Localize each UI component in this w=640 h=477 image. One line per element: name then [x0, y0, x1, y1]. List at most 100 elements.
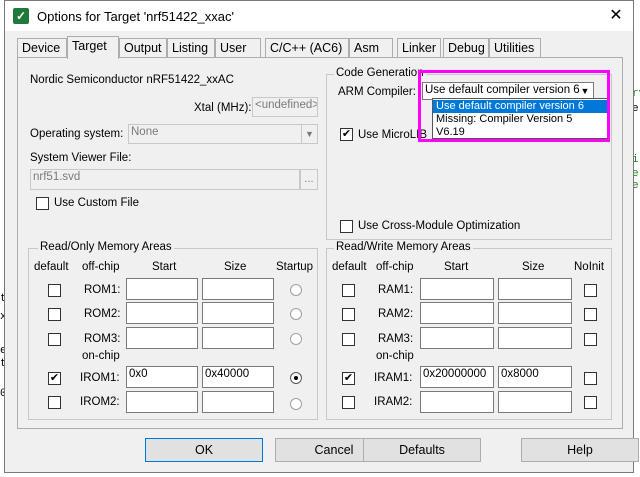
ram-header-offchip: off-chip	[376, 261, 414, 273]
codegen-title: Code Generation	[334, 67, 426, 79]
browse-svd-button[interactable]: ...	[300, 169, 318, 190]
irom2-start-input[interactable]	[126, 391, 198, 413]
rom2-start-input[interactable]	[126, 302, 198, 324]
ram1-label: RAM1:	[378, 284, 414, 296]
iram1-start-input[interactable]: 0x20000000	[420, 366, 494, 388]
tab-target[interactable]: Target	[67, 36, 119, 59]
ram3-default-checkbox[interactable]	[342, 333, 355, 346]
rom3-start-input[interactable]	[126, 327, 198, 349]
rom1-label: ROM1:	[84, 284, 121, 296]
defaults-button[interactable]: Defaults	[363, 438, 481, 462]
rom3-label: ROM3:	[84, 333, 121, 345]
irom2-default-checkbox[interactable]	[48, 396, 61, 409]
ram3-noinit-checkbox[interactable]	[584, 333, 597, 346]
microlib-label: Use MicroLIB	[358, 129, 428, 141]
ram-onchip-label: on-chip	[376, 350, 414, 362]
tab-utilities[interactable]: Utilities	[489, 38, 541, 58]
cross-module-checkbox[interactable]	[340, 220, 353, 233]
rom1-size-input[interactable]	[202, 278, 274, 300]
ram-header-noinit: NoInit	[574, 261, 605, 273]
irom1-size-input[interactable]: 0x40000	[202, 366, 274, 388]
ram1-noinit-checkbox[interactable]	[584, 284, 597, 297]
device-name: Nordic Semiconductor nRF51422_xxAC	[30, 74, 234, 86]
xtal-input[interactable]: <undefined>	[252, 97, 318, 117]
tab-listing[interactable]: Listing	[167, 38, 215, 58]
irom2-size-input[interactable]	[202, 391, 274, 413]
rom2-label: ROM2:	[84, 308, 121, 320]
ram3-start-input[interactable]	[420, 327, 494, 349]
rom3-default-checkbox[interactable]	[48, 333, 61, 346]
tab-debug[interactable]: Debug	[443, 38, 489, 58]
rom2-startup-radio[interactable]	[290, 308, 302, 320]
rom-header-default: default	[34, 261, 69, 273]
close-icon[interactable]: ✕	[605, 5, 627, 27]
rom-header-start: Start	[152, 261, 177, 273]
custom-file-checkbox[interactable]	[36, 197, 49, 210]
ok-button[interactable]: OK	[145, 438, 263, 462]
iram1-label: IRAM1:	[374, 372, 413, 384]
help-button[interactable]: Help	[521, 438, 639, 462]
iram1-size-input[interactable]: 0x8000	[498, 366, 572, 388]
rom-onchip-label: on-chip	[82, 350, 120, 362]
rom2-size-input[interactable]	[202, 302, 274, 324]
annotation-highlight-box	[418, 70, 610, 142]
window-title: Options for Target 'nrf51422_xxac'	[37, 9, 234, 24]
iram2-size-input[interactable]	[498, 391, 572, 413]
chevron-down-icon: ▼	[301, 125, 317, 143]
ram3-size-input[interactable]	[498, 327, 572, 349]
iram2-label: IRAM2:	[374, 396, 413, 408]
irom1-default-checkbox[interactable]: ✔	[48, 372, 61, 385]
ram-title: Read/Write Memory Areas	[334, 241, 473, 253]
ram2-start-input[interactable]	[420, 302, 494, 324]
irom1-startup-radio[interactable]	[290, 372, 302, 384]
tab-asm[interactable]: Asm	[349, 38, 393, 58]
microlib-checkbox[interactable]: ✔	[340, 128, 353, 141]
ram-header-start: Start	[444, 261, 469, 273]
ram-header-default: default	[332, 261, 367, 273]
rom1-startup-radio[interactable]	[290, 284, 302, 296]
os-select-value: None	[131, 126, 159, 138]
iram2-noinit-checkbox[interactable]	[584, 396, 597, 409]
iram1-noinit-checkbox[interactable]	[584, 372, 597, 385]
tab-device[interactable]: Device	[17, 38, 67, 58]
ram1-default-checkbox[interactable]	[342, 284, 355, 297]
rom1-default-checkbox[interactable]	[48, 284, 61, 297]
rom-header-size: Size	[224, 261, 247, 273]
rom-title: Read/Only Memory Areas	[38, 241, 174, 253]
rom-header-startup: Startup	[276, 261, 314, 273]
rom2-default-checkbox[interactable]	[48, 308, 61, 321]
ram1-size-input[interactable]	[498, 278, 572, 300]
ram2-default-checkbox[interactable]	[342, 308, 355, 321]
ram2-size-input[interactable]	[498, 302, 572, 324]
irom2-startup-radio[interactable]	[290, 398, 302, 410]
keil-app-icon: ✓	[13, 8, 29, 24]
iram2-start-input[interactable]	[420, 391, 494, 413]
ram-header-size: Size	[522, 261, 545, 273]
cross-module-label: Use Cross-Module Optimization	[358, 220, 521, 232]
ram1-start-input[interactable]	[420, 278, 494, 300]
irom2-label: IROM2:	[80, 396, 120, 408]
iram1-default-checkbox[interactable]: ✔	[342, 372, 355, 385]
xtal-label: Xtal (MHz):	[194, 102, 252, 114]
rom1-start-input[interactable]	[126, 278, 198, 300]
tab-user[interactable]: User	[215, 38, 261, 58]
irom1-start-input[interactable]: 0x0	[126, 366, 198, 388]
os-select[interactable]: None ▼	[128, 124, 318, 144]
irom1-label: IROM1:	[80, 372, 120, 384]
custom-file-label: Use Custom File	[54, 197, 139, 209]
svd-label: System Viewer File:	[30, 152, 132, 164]
ram3-label: RAM3:	[378, 333, 414, 345]
tab-cpp[interactable]: C/C++ (AC6)	[265, 38, 349, 58]
compiler-label: ARM Compiler:	[338, 86, 416, 98]
rom-header-offchip: off-chip	[82, 261, 120, 273]
ram2-noinit-checkbox[interactable]	[584, 308, 597, 321]
svd-input[interactable]: nrf51.svd	[30, 169, 300, 190]
tab-linker[interactable]: Linker	[397, 38, 441, 58]
rom3-size-input[interactable]	[202, 327, 274, 349]
ram2-label: RAM2:	[378, 308, 414, 320]
os-label: Operating system:	[30, 128, 124, 140]
title-bar: ✓ Options for Target 'nrf51422_xxac' ✕	[5, 1, 633, 31]
tab-output[interactable]: Output	[119, 38, 167, 58]
iram2-default-checkbox[interactable]	[342, 396, 355, 409]
rom3-startup-radio[interactable]	[290, 333, 302, 345]
